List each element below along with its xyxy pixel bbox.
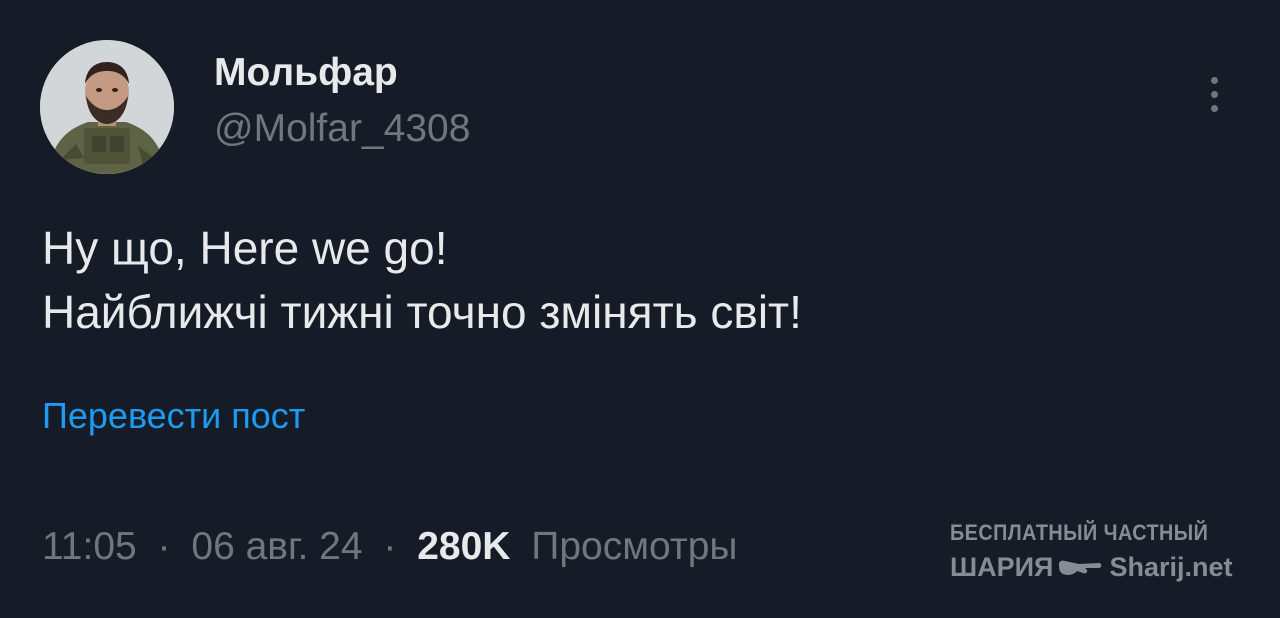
tweet-time[interactable]: 11:05 bbox=[42, 525, 137, 568]
watermark-left: ШАРИЯ bbox=[950, 552, 1054, 582]
meta-separator: · bbox=[383, 525, 397, 568]
profile-photo-icon bbox=[40, 40, 174, 174]
watermark-line2: ШАРИЯ Sharij.net bbox=[950, 550, 1237, 584]
tweet-text-line: Ну що, Here we go! bbox=[42, 222, 448, 274]
watermark-right: Sharij.net bbox=[1109, 552, 1233, 582]
translate-post-link[interactable]: Перевести пост bbox=[42, 394, 305, 438]
views-count[interactable]: 280K bbox=[417, 525, 510, 568]
watermark: БЕСПЛАТНЫЙ ЧАСТНЫЙ ШАРИЯ Sharij.net bbox=[950, 520, 1237, 584]
more-vertical-icon-dot bbox=[1210, 90, 1218, 98]
tweet-text-line: Найближчі тижні точно змінять світ! bbox=[42, 286, 802, 338]
author-handle[interactable]: @Molfar_4308 bbox=[214, 106, 470, 152]
pointing-hand-icon bbox=[1059, 560, 1102, 575]
meta-separator: · bbox=[157, 525, 171, 568]
author-display-name[interactable]: Мольфар bbox=[214, 50, 398, 96]
tweet-text: Ну що, Here we go! Найближчі тижні точно… bbox=[42, 216, 802, 344]
tweet-meta: 11:05 · 06 авг. 24 · 280K Просмотры bbox=[42, 522, 737, 572]
more-vertical-icon-dot bbox=[1210, 104, 1218, 112]
views-label[interactable]: Просмотры bbox=[531, 525, 737, 568]
tweet-date[interactable]: 06 авг. 24 bbox=[191, 525, 362, 568]
author-avatar[interactable] bbox=[40, 40, 174, 174]
more-vertical-icon bbox=[1210, 76, 1218, 84]
more-options-button[interactable] bbox=[1196, 70, 1232, 118]
tweet-card: Мольфар @Molfar_4308 Ну що, Here we go! … bbox=[0, 0, 1280, 618]
watermark-line1: БЕСПЛАТНЫЙ ЧАСТНЫЙ bbox=[950, 520, 1209, 545]
